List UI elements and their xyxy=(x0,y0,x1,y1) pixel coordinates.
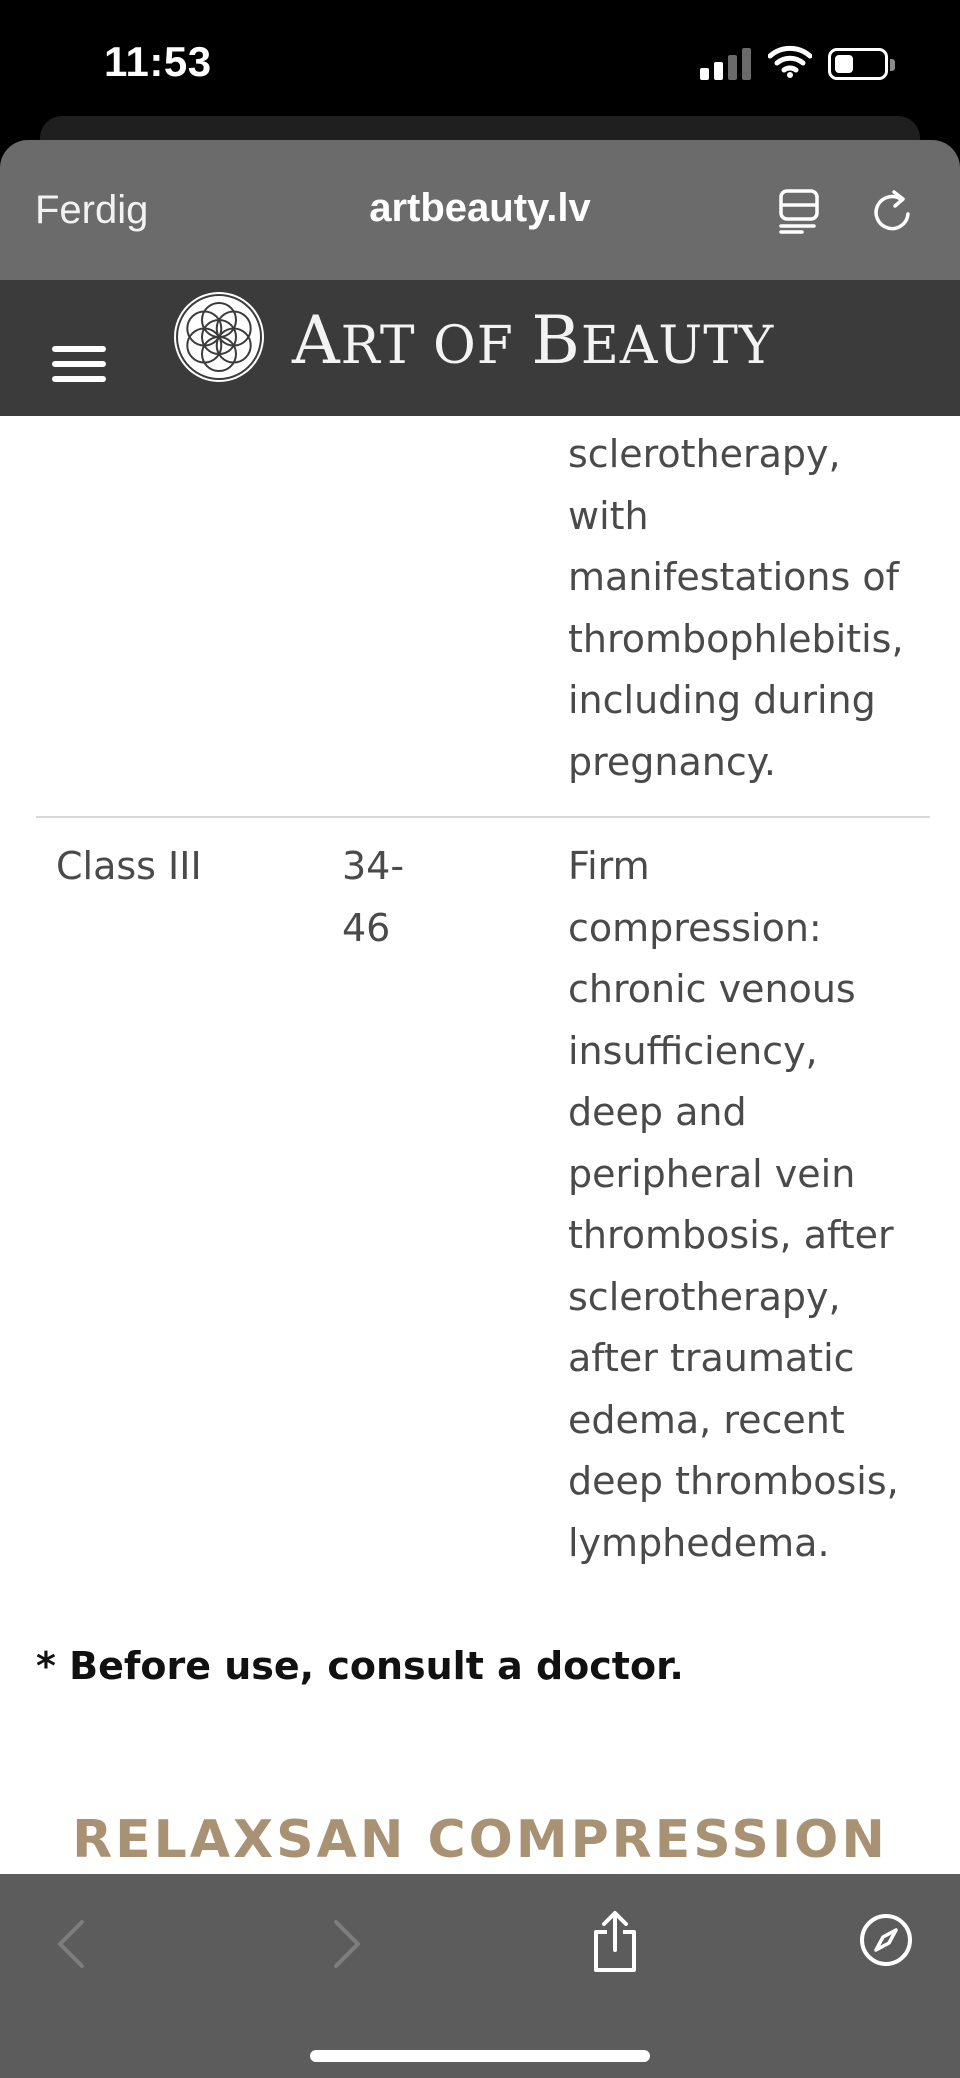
doctor-note: * Before use, consult a doctor. xyxy=(36,1644,684,1688)
share-icon[interactable] xyxy=(590,1910,640,1974)
table-row-divider xyxy=(36,816,930,818)
signal-icon xyxy=(700,48,752,80)
compass-icon[interactable] xyxy=(858,1912,914,1968)
battery-icon xyxy=(828,48,888,80)
browser-top-bar: Ferdig artbeauty.lv xyxy=(0,140,960,280)
table-cell-description: sclerotherapy, with manifestations of th… xyxy=(568,432,904,784)
wifi-icon xyxy=(768,45,812,78)
flower-of-life-logo-icon[interactable] xyxy=(170,288,268,386)
site-logo-text[interactable]: ART OF BEAUTY xyxy=(292,302,774,379)
section-title: RELAXSAN COMPRESSION xyxy=(72,1810,888,1870)
status-time: 11:53 xyxy=(104,38,212,85)
table-cell-description: Firm compression: chronic venous insuffi… xyxy=(568,844,899,1565)
forward-icon[interactable] xyxy=(332,1918,362,1970)
page-content: sclerotherapy, with manifestations of th… xyxy=(0,416,960,1874)
battery-tip xyxy=(890,59,895,71)
site-header: ART OF BEAUTY xyxy=(0,280,960,416)
reader-icon[interactable] xyxy=(778,188,820,234)
home-indicator xyxy=(310,2050,650,2062)
back-icon[interactable] xyxy=(56,1918,86,1970)
table-cell-class: Class III xyxy=(56,844,202,888)
table-cell-range: 34- 46 xyxy=(342,844,405,950)
reload-icon[interactable] xyxy=(872,186,914,234)
browser-bottom-bar xyxy=(0,1874,960,2078)
status-bar: 11:53 xyxy=(0,0,960,156)
menu-icon[interactable] xyxy=(52,346,106,382)
